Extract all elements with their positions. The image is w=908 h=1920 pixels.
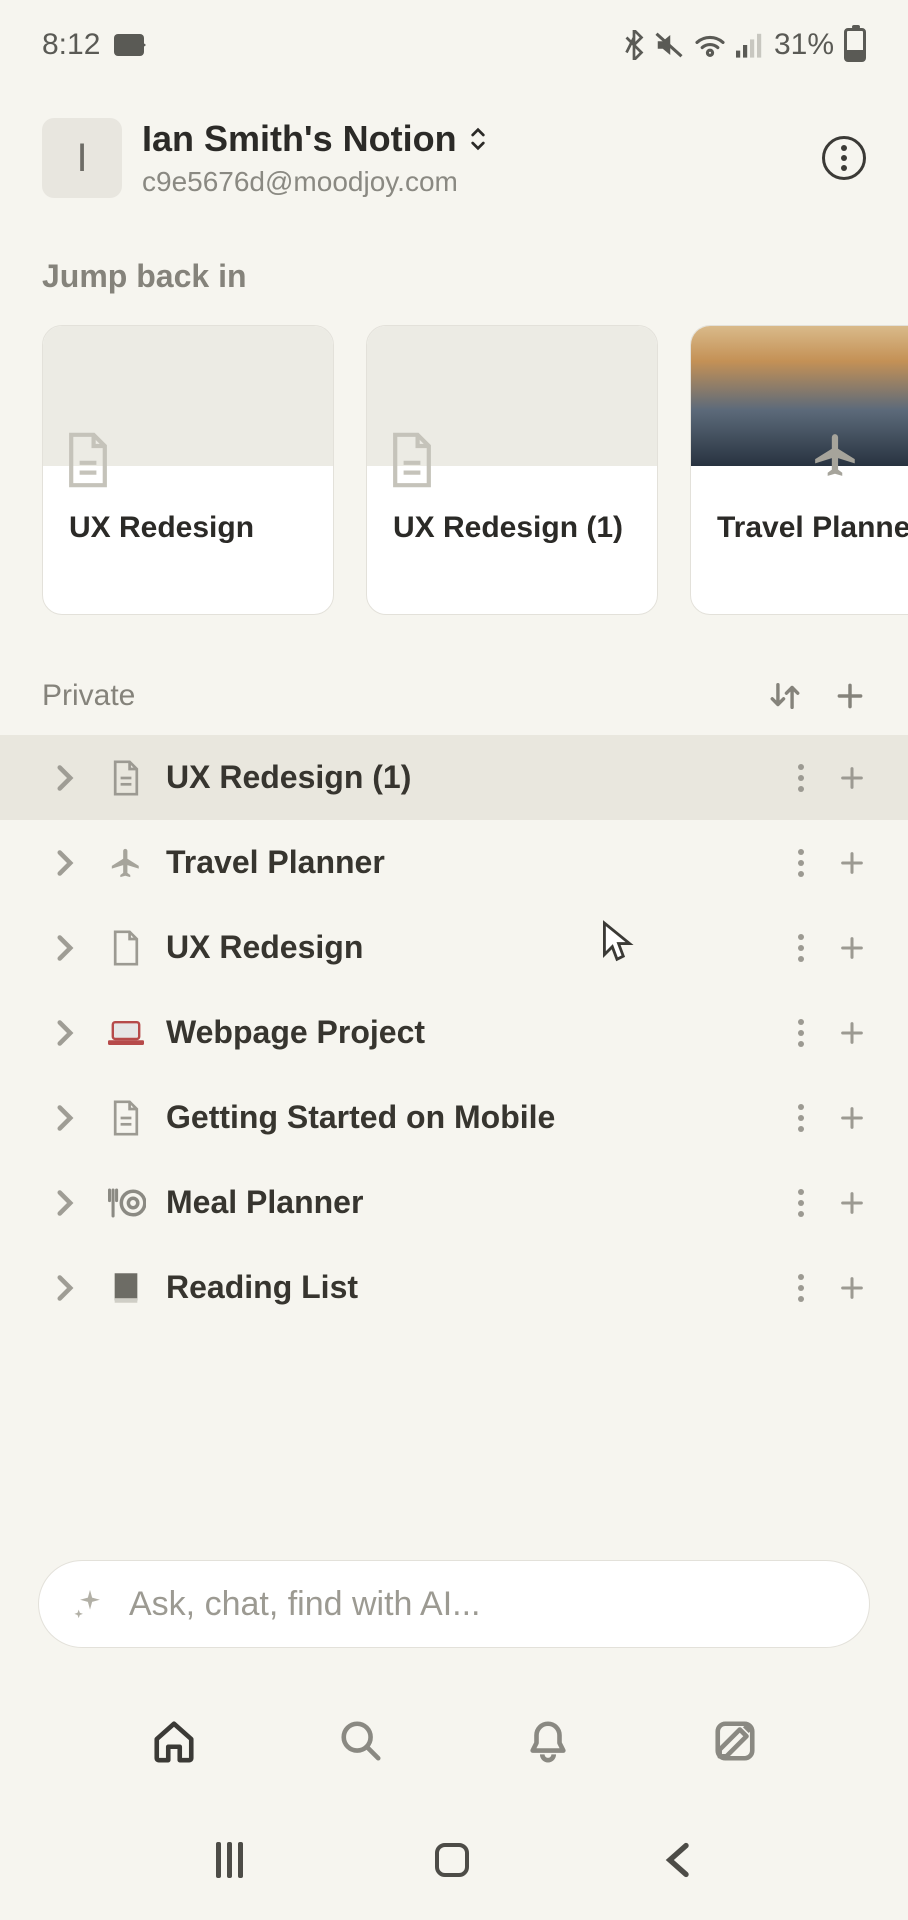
card-title: UX Redesign (1)	[393, 508, 631, 547]
page-label: Meal Planner	[166, 1184, 778, 1221]
page-add-icon[interactable]	[838, 934, 866, 962]
chevron-right-icon[interactable]	[56, 1274, 86, 1302]
page-item[interactable]: Meal Planner	[0, 1160, 908, 1245]
page-icon	[65, 432, 111, 488]
page-item[interactable]: UX Redesign (1)	[0, 735, 908, 820]
workspace-avatar[interactable]: I	[42, 118, 122, 198]
page-item[interactable]: Travel Planner	[0, 820, 908, 905]
page-more-icon[interactable]	[798, 1274, 804, 1302]
page-add-icon[interactable]	[838, 764, 866, 792]
chevron-updown-icon	[469, 127, 487, 151]
page-more-icon[interactable]	[798, 1104, 804, 1132]
sparkle-icon	[73, 1587, 107, 1621]
page-label: Reading List	[166, 1269, 778, 1306]
page-label: UX Redesign (1)	[166, 759, 778, 796]
status-time: 8:12	[42, 28, 100, 62]
back-button[interactable]	[662, 1842, 692, 1878]
plane-icon	[106, 846, 146, 880]
page-add-icon[interactable]	[838, 1019, 866, 1047]
ai-search-bar[interactable]: Ask, chat, find with AI...	[38, 1560, 870, 1648]
android-system-nav	[0, 1820, 908, 1920]
home-button[interactable]	[435, 1843, 469, 1877]
chevron-right-icon[interactable]	[56, 764, 86, 792]
page-label: UX Redesign	[166, 929, 778, 966]
inbox-tab[interactable]	[525, 1718, 571, 1764]
book-icon	[106, 1271, 146, 1305]
page-lines-icon	[106, 760, 146, 796]
page-item[interactable]: UX Redesign	[0, 905, 908, 990]
chevron-right-icon[interactable]	[56, 1019, 86, 1047]
page-more-icon[interactable]	[798, 934, 804, 962]
page-more-icon[interactable]	[798, 1019, 804, 1047]
recent-cards-row: UX Redesign UX Redesign (1) Travel Plann…	[0, 325, 908, 615]
workspace-title: Ian Smith's Notion	[142, 118, 457, 160]
chevron-right-icon[interactable]	[56, 849, 86, 877]
page-item[interactable]: Webpage Project	[0, 990, 908, 1075]
card-title: UX Redesign	[69, 508, 307, 547]
card-title: Travel Planner	[717, 508, 908, 547]
sort-icon[interactable]	[768, 679, 802, 713]
page-add-icon[interactable]	[838, 1274, 866, 1302]
recent-card[interactable]: UX Redesign (1)	[366, 325, 658, 615]
page-lines-icon	[106, 1100, 146, 1136]
page-icon	[389, 432, 435, 488]
page-item[interactable]: Reading List	[0, 1245, 908, 1330]
workspace-email: c9e5676d@moodjoy.com	[142, 166, 802, 198]
page-icon	[106, 930, 146, 966]
plane-icon	[811, 430, 861, 480]
camera-icon	[114, 34, 144, 56]
page-label: Getting Started on Mobile	[166, 1099, 778, 1136]
page-label: Webpage Project	[166, 1014, 778, 1051]
battery-icon	[844, 28, 866, 62]
battery-percent: 31%	[774, 28, 834, 62]
bluetooth-icon	[624, 30, 644, 60]
laptop-icon	[106, 1019, 146, 1047]
android-status-bar: 8:12 31%	[0, 0, 908, 70]
page-more-icon[interactable]	[798, 849, 804, 877]
vibrate-mute-icon	[654, 31, 684, 59]
page-label: Travel Planner	[166, 844, 778, 881]
page-more-icon[interactable]	[798, 764, 804, 792]
home-tab[interactable]	[151, 1718, 197, 1764]
compose-tab[interactable]	[712, 1718, 758, 1764]
recent-card[interactable]: Travel Planner	[690, 325, 908, 615]
private-section-header: Private	[0, 615, 908, 735]
search-tab[interactable]	[338, 1718, 384, 1764]
page-more-icon[interactable]	[798, 1189, 804, 1217]
chevron-right-icon[interactable]	[56, 1104, 86, 1132]
workspace-header: I Ian Smith's Notion c9e5676d@moodjoy.co…	[0, 70, 908, 198]
signal-icon	[736, 32, 764, 58]
workspace-switcher[interactable]: Ian Smith's Notion c9e5676d@moodjoy.com	[142, 118, 802, 198]
chevron-right-icon[interactable]	[56, 934, 86, 962]
app-bottom-nav	[0, 1690, 908, 1792]
add-page-button[interactable]	[834, 680, 866, 712]
recent-card[interactable]: UX Redesign	[42, 325, 334, 615]
ai-placeholder: Ask, chat, find with AI...	[129, 1585, 481, 1624]
page-add-icon[interactable]	[838, 1189, 866, 1217]
page-list: UX Redesign (1) Travel Planner UX Redesi…	[0, 735, 908, 1330]
wifi-icon	[694, 32, 726, 58]
recents-button[interactable]	[216, 1842, 243, 1878]
chevron-right-icon[interactable]	[56, 1189, 86, 1217]
page-add-icon[interactable]	[838, 849, 866, 877]
page-item[interactable]: Getting Started on Mobile	[0, 1075, 908, 1160]
private-label[interactable]: Private	[42, 679, 135, 713]
more-menu-button[interactable]	[822, 136, 866, 180]
fork-plate-icon	[106, 1186, 146, 1220]
page-add-icon[interactable]	[838, 1104, 866, 1132]
jump-back-in-heading: Jump back in	[0, 198, 908, 325]
